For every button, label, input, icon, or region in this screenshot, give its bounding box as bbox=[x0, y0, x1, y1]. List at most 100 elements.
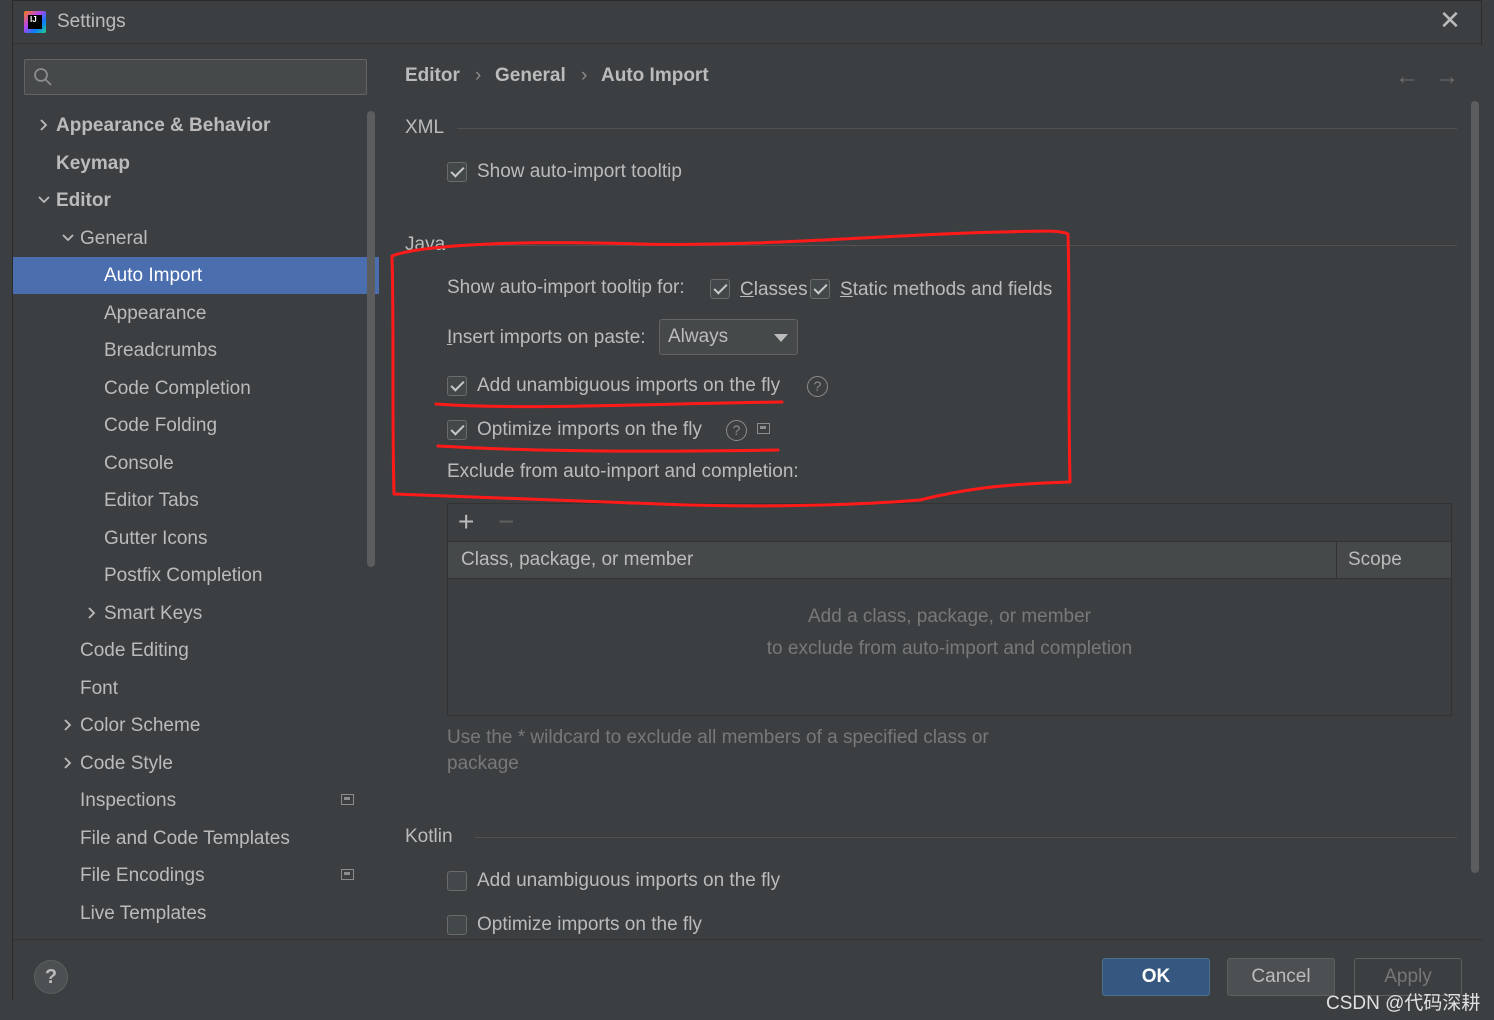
tree-item-label: Gutter Icons bbox=[104, 528, 208, 549]
help-button[interactable]: ? bbox=[34, 960, 68, 994]
tree-item-auto-import[interactable]: Auto Import bbox=[13, 257, 379, 294]
breadcrumb-auto-import: Auto Import bbox=[601, 65, 709, 86]
tree-item-label: Editor Tabs bbox=[104, 490, 199, 511]
background-ide-right bbox=[1482, 0, 1494, 1020]
tree-item-code-folding[interactable]: Code Folding bbox=[13, 407, 379, 444]
content-scrollbar[interactable] bbox=[1471, 101, 1479, 873]
java-optimize-checkbox[interactable] bbox=[447, 420, 467, 440]
tree-item-label: Smart Keys bbox=[104, 603, 203, 624]
search-icon bbox=[34, 68, 52, 86]
classes-checkbox[interactable] bbox=[710, 279, 730, 299]
kotlin-add-unambiguous-checkbox[interactable] bbox=[447, 871, 467, 891]
tree-item-postfix-completion[interactable]: Postfix Completion bbox=[13, 557, 379, 594]
add-icon[interactable]: + bbox=[458, 506, 474, 538]
insert-on-paste-label: Insert imports on paste: bbox=[447, 327, 646, 348]
tree-item-label: Live Templates bbox=[80, 903, 207, 924]
tree-item-inspections[interactable]: Inspections bbox=[13, 782, 379, 819]
tree-item-general[interactable]: General bbox=[13, 220, 379, 257]
tree-item-label: Color Scheme bbox=[80, 715, 201, 736]
auto-import-panel: Editor › General › Auto Import ← → XML S… bbox=[379, 45, 1483, 939]
tree-item-label: Breadcrumbs bbox=[104, 340, 217, 361]
java-optimize-label: Optimize imports on the fly bbox=[477, 419, 702, 440]
settings-tree-pane: Appearance & Behavior Keymap Editor General… bbox=[13, 45, 379, 939]
section-divider bbox=[457, 128, 1457, 129]
chevron-down-icon[interactable] bbox=[59, 220, 77, 257]
xml-show-tooltip-checkbox[interactable] bbox=[447, 162, 467, 182]
watermark: CSDN @代码深耕 bbox=[1326, 993, 1481, 1014]
tree-item-live-templates[interactable]: Live Templates bbox=[13, 895, 379, 932]
breadcrumb-separator: › bbox=[581, 65, 588, 86]
tree-item-gutter-icons[interactable]: Gutter Icons bbox=[13, 520, 379, 557]
tree-item-editor[interactable]: Editor bbox=[13, 182, 379, 219]
intellij-logo-icon: IJ bbox=[24, 11, 46, 33]
java-add-unambiguous-checkbox[interactable] bbox=[447, 376, 467, 396]
help-icon[interactable]: ? bbox=[726, 420, 747, 441]
tree-item-file-and-code-templates[interactable]: File and Code Templates bbox=[13, 820, 379, 857]
column-header-member[interactable]: Class, package, or member bbox=[461, 549, 693, 571]
dropdown-value: Always bbox=[668, 326, 729, 347]
column-divider[interactable] bbox=[1336, 542, 1337, 579]
kotlin-add-unambiguous-label: Add unambiguous imports on the fly bbox=[477, 870, 781, 891]
tree-item-label: Postfix Completion bbox=[104, 565, 263, 586]
tree-item-label: Code Folding bbox=[104, 415, 218, 436]
project-scope-icon bbox=[341, 869, 354, 880]
empty-text-line1: Add a class, package, or member bbox=[807, 606, 1092, 627]
chevron-right-icon[interactable] bbox=[59, 745, 77, 782]
tree-item-label: Code Completion bbox=[104, 378, 251, 399]
tree-item-label: Inspections bbox=[80, 790, 177, 811]
tree-item-appearance-behavior[interactable]: Appearance & Behavior bbox=[13, 107, 379, 144]
kotlin-optimize-checkbox[interactable] bbox=[447, 915, 467, 935]
tree-item-label: General bbox=[80, 228, 148, 249]
back-arrow-icon[interactable]: ← bbox=[1395, 63, 1419, 91]
chevron-right-icon[interactable] bbox=[83, 595, 101, 632]
static-methods-checkbox[interactable] bbox=[810, 279, 830, 299]
tree-item-label: Auto Import bbox=[104, 265, 203, 286]
tree-item-label: Console bbox=[104, 453, 174, 474]
tree-item-smart-keys[interactable]: Smart Keys bbox=[13, 595, 379, 632]
java-add-unambiguous-label: Add unambiguous imports on the fly bbox=[477, 375, 781, 396]
forward-arrow-icon[interactable]: → bbox=[1435, 63, 1459, 91]
kotlin-section-title: Kotlin bbox=[405, 826, 453, 847]
tree-item-editor-tabs[interactable]: Editor Tabs bbox=[13, 482, 379, 519]
close-icon[interactable]: ✕ bbox=[1439, 7, 1461, 33]
breadcrumb-editor: Editor bbox=[405, 65, 460, 86]
help-icon[interactable]: ? bbox=[807, 376, 828, 397]
search-field[interactable] bbox=[24, 59, 367, 95]
ok-button[interactable]: OK bbox=[1102, 958, 1210, 996]
tree-item-console[interactable]: Console bbox=[13, 445, 379, 482]
search-input[interactable] bbox=[61, 64, 357, 90]
classes-label: Classes bbox=[740, 279, 808, 300]
tree-item-label: Editor bbox=[56, 190, 111, 211]
exclude-table: + − Class, package, or member Scope Add … bbox=[447, 503, 1452, 716]
tree-item-font[interactable]: Font bbox=[13, 670, 379, 707]
tree-scrollbar[interactable] bbox=[367, 111, 375, 567]
project-scope-icon bbox=[341, 794, 354, 805]
tree-item-appearance[interactable]: Appearance bbox=[13, 295, 379, 332]
remove-icon[interactable]: − bbox=[498, 506, 514, 538]
table-header: Class, package, or member Scope bbox=[448, 542, 1451, 579]
breadcrumb-general: General bbox=[495, 65, 566, 86]
title-bar: IJ Settings ✕ bbox=[13, 1, 1481, 44]
chevron-down-icon[interactable] bbox=[35, 182, 53, 219]
column-header-scope[interactable]: Scope bbox=[1348, 549, 1402, 571]
dialog-title: Settings bbox=[57, 11, 126, 32]
tree-item-label: File and Code Templates bbox=[80, 828, 290, 849]
chevron-right-icon[interactable] bbox=[59, 707, 77, 744]
chevron-right-icon[interactable] bbox=[35, 107, 53, 144]
tree-item-breadcrumbs[interactable]: Breadcrumbs bbox=[13, 332, 379, 369]
tree-item-label: File Encodings bbox=[80, 865, 205, 886]
tree-item-code-editing[interactable]: Code Editing bbox=[13, 632, 379, 669]
tree-item-code-style[interactable]: Code Style bbox=[13, 745, 379, 782]
breadcrumb-separator: › bbox=[475, 65, 482, 86]
tree-item-color-scheme[interactable]: Color Scheme bbox=[13, 707, 379, 744]
chevron-down-icon bbox=[774, 334, 788, 342]
cancel-button[interactable]: Cancel bbox=[1227, 958, 1335, 996]
dialog-footer: ? OK Cancel Apply bbox=[13, 939, 1483, 1001]
tree-item-label: Appearance bbox=[104, 303, 207, 324]
tree-item-file-encodings[interactable]: File Encodings bbox=[13, 857, 379, 894]
tree-item-keymap[interactable]: Keymap bbox=[13, 145, 379, 182]
tree-item-label: Appearance & Behavior bbox=[56, 115, 271, 136]
tree-item-code-completion[interactable]: Code Completion bbox=[13, 370, 379, 407]
insert-on-paste-dropdown[interactable]: Always bbox=[659, 319, 798, 355]
table-toolbar: + − bbox=[448, 504, 1451, 542]
